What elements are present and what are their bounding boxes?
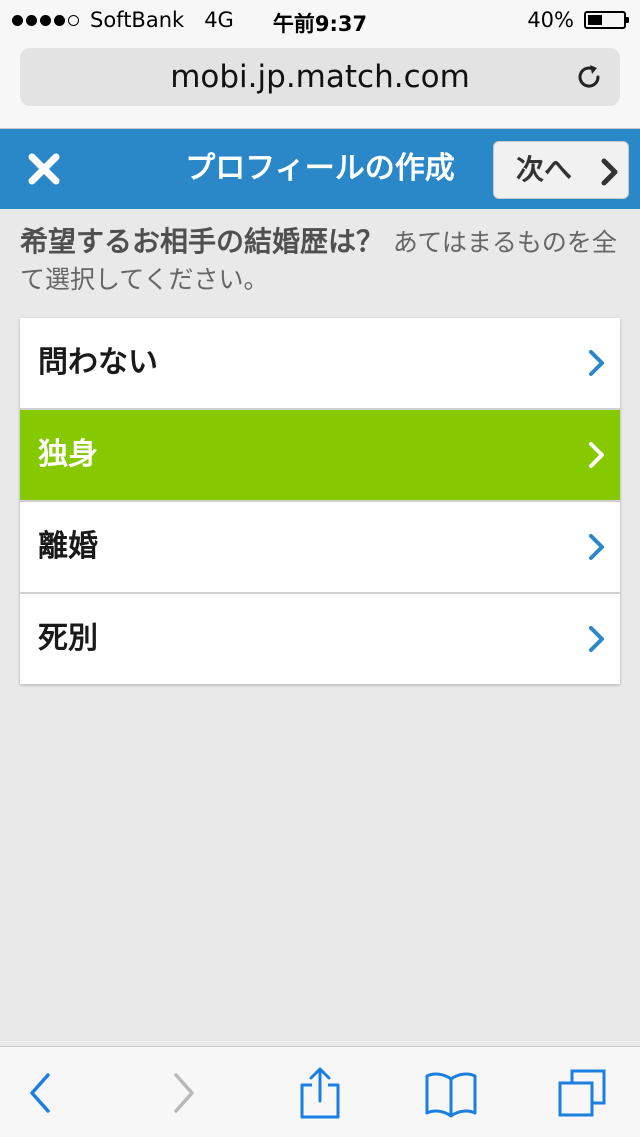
chevron-right-icon	[589, 534, 604, 560]
chevron-right-icon	[589, 350, 604, 376]
bookmarks-icon[interactable]	[423, 1067, 479, 1119]
forward-icon[interactable]	[154, 1067, 210, 1119]
chevron-right-icon	[589, 626, 604, 652]
option-item[interactable]: 死別	[20, 594, 620, 684]
share-icon[interactable]	[292, 1067, 348, 1119]
address-bar[interactable]: mobi.jp.match.com	[20, 48, 620, 106]
option-label: 問わない	[38, 345, 158, 380]
next-button[interactable]: 次へ	[493, 141, 629, 199]
chevron-right-icon	[589, 442, 604, 468]
status-bar: SoftBank 4G 午前9:37 40%	[0, 0, 640, 40]
back-icon[interactable]	[14, 1067, 70, 1119]
question-main: 希望するお相手の結婚歴は？	[20, 225, 385, 258]
option-item[interactable]: 問わない	[20, 318, 620, 410]
battery-icon	[584, 11, 629, 29]
chevron-right-icon	[601, 158, 618, 186]
question-text: 希望するお相手の結婚歴は？ あてはまるものを全て選択してください。	[20, 224, 624, 298]
option-label: 離婚	[38, 529, 98, 564]
options-list: 問わない 独身 離婚 死別	[20, 318, 620, 684]
browser-toolbar	[0, 1046, 640, 1137]
status-right: 40%	[527, 8, 629, 32]
option-item[interactable]: 離婚	[20, 502, 620, 594]
url-text: mobi.jp.match.com	[170, 59, 470, 95]
tabs-icon[interactable]	[556, 1067, 612, 1119]
next-button-label: 次へ	[516, 153, 573, 186]
option-label: 独身	[38, 437, 98, 472]
option-item[interactable]: 独身	[20, 410, 620, 502]
header-bar: プロフィールの作成 次へ	[0, 129, 640, 209]
battery-percent: 40%	[527, 8, 574, 32]
option-label: 死別	[38, 621, 98, 656]
reload-icon[interactable]	[574, 62, 604, 92]
browser-chrome: mobi.jp.match.com	[0, 40, 640, 129]
